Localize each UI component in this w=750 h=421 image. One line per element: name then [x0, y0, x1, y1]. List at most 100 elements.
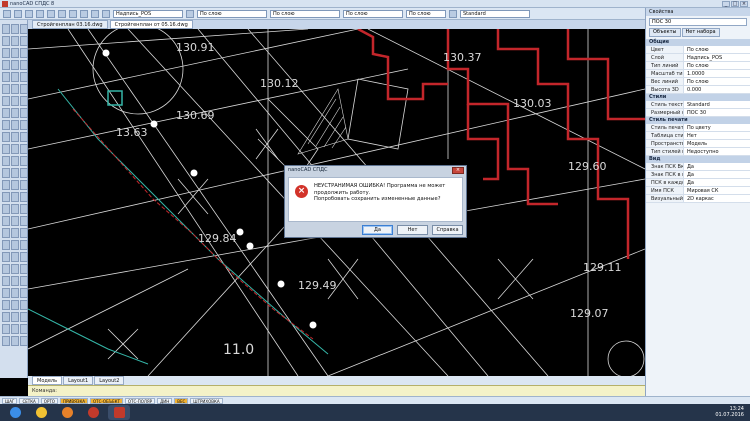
prop-row[interactable]: Вес линий По слою	[646, 78, 750, 86]
system-tray-clock[interactable]: 13:24 01.07.2016	[715, 406, 744, 418]
spds-21-icon[interactable]	[20, 264, 28, 274]
tool-symbol-icon[interactable]	[2, 252, 10, 262]
edit-chamfer-icon[interactable]	[11, 156, 19, 166]
prop-value[interactable]: Надпись_POS	[684, 54, 750, 61]
prop-value[interactable]: Модель	[684, 140, 750, 147]
prop-row[interactable]: Знак ПСК Вкл Да	[646, 163, 750, 171]
prop-row[interactable]: Тип линий По слою	[646, 62, 750, 70]
status-polar[interactable]: ОТС-ПОЛЯР	[124, 397, 156, 404]
taskbar-explorer[interactable]	[30, 405, 52, 420]
command-line[interactable]: Команда:	[28, 385, 645, 396]
spds-3-icon[interactable]	[20, 48, 28, 58]
edit-rotate-icon[interactable]	[11, 48, 19, 58]
edit-scale-icon[interactable]	[11, 60, 19, 70]
dialog-close-button[interactable]: ×	[452, 167, 464, 174]
edit-list-icon[interactable]	[11, 312, 19, 322]
edit-explode-icon[interactable]	[11, 180, 19, 190]
prop-row[interactable]: Таблица стил...Нет	[646, 132, 750, 140]
edit-copy-icon[interactable]	[11, 36, 19, 46]
props-tab-objects[interactable]: Объекты	[649, 28, 681, 37]
tab-layout2[interactable]: Layout2	[94, 376, 125, 385]
edit-mirror-icon[interactable]	[11, 72, 19, 82]
tool-arc-icon[interactable]	[2, 60, 10, 70]
props-section-plot[interactable]: Стиль печати	[646, 117, 750, 124]
spds-23-icon[interactable]	[20, 288, 28, 298]
prop-row[interactable]: ПСК в каждом...Да	[646, 179, 750, 187]
minimize-button[interactable]: _	[722, 1, 730, 7]
prop-value[interactable]: По слою	[684, 78, 750, 85]
prop-row[interactable]: Пространство...Модель	[646, 140, 750, 148]
layer-state-icon[interactable]	[102, 9, 110, 18]
edit-match-icon[interactable]	[11, 216, 19, 226]
properties-selector[interactable]: ПОС 30	[649, 18, 747, 26]
props-section-styles[interactable]: Стили	[646, 94, 750, 101]
tool-region-icon[interactable]	[2, 180, 10, 190]
prop-value[interactable]: Да	[684, 171, 750, 178]
props-tab-selection[interactable]: Нет набора	[681, 28, 720, 37]
color-combo[interactable]: По слою	[197, 9, 267, 18]
edit-trim-icon[interactable]	[11, 108, 19, 118]
edit-props-icon[interactable]	[11, 300, 19, 310]
prop-row[interactable]: Тип стилей пе...Недоступно	[646, 148, 750, 156]
zoom-icon[interactable]	[69, 9, 77, 18]
status-lweight[interactable]: ВЕС	[174, 397, 189, 404]
edit-move-icon[interactable]	[11, 24, 19, 34]
spds-5-icon[interactable]	[20, 72, 28, 82]
layer-manager-icon[interactable]	[91, 9, 99, 18]
status-snap[interactable]: ШАГ	[2, 397, 18, 404]
spds-6-icon[interactable]	[20, 84, 28, 94]
prop-value[interactable]: Недоступно	[684, 148, 750, 155]
prop-value[interactable]: 1.0000	[684, 70, 750, 77]
tool-grid-icon[interactable]	[2, 264, 10, 274]
save-icon[interactable]	[25, 9, 33, 18]
prop-value[interactable]: 0.000	[684, 86, 750, 93]
tool-stamp-icon[interactable]	[2, 312, 10, 322]
tool-line-icon[interactable]	[2, 24, 10, 34]
maximize-button[interactable]: □	[731, 1, 739, 7]
undo-icon[interactable]	[47, 9, 55, 18]
taskbar-nanocad[interactable]	[108, 405, 130, 420]
tool-spec-icon[interactable]	[2, 324, 10, 334]
tool-point-icon[interactable]	[2, 132, 10, 142]
edit-array-icon[interactable]	[11, 96, 19, 106]
spds-8-icon[interactable]	[20, 108, 28, 118]
prop-value[interactable]: Да	[684, 163, 750, 170]
prop-value[interactable]: По цвету	[684, 124, 750, 131]
tool-axis-icon[interactable]	[2, 276, 10, 286]
tool-spline-icon[interactable]	[2, 144, 10, 154]
doc-tab-1[interactable]: Стройгенплан 03.16.dwg	[32, 20, 108, 29]
status-hatch[interactable]: ШТРИХОВКА	[190, 397, 223, 404]
text-style-icon[interactable]	[449, 9, 457, 18]
spds-13-icon[interactable]	[20, 168, 28, 178]
status-osnap[interactable]: ПРИВЯЗКА	[59, 397, 89, 404]
tool-misc-icon[interactable]	[2, 336, 10, 346]
status-ortho[interactable]: ОРТО	[40, 397, 58, 404]
prop-row[interactable]: Знак ПСК в на...Да	[646, 171, 750, 179]
edit-stretch-icon[interactable]	[11, 192, 19, 202]
spds-19-icon[interactable]	[20, 240, 28, 250]
edit-undo-icon[interactable]	[11, 288, 19, 298]
edit-fillet-icon[interactable]	[11, 168, 19, 178]
edit-purge-icon[interactable]	[11, 276, 19, 286]
edit-offset-icon[interactable]	[11, 84, 19, 94]
spds-22-icon[interactable]	[20, 276, 28, 286]
spds-11-icon[interactable]	[20, 144, 28, 154]
taskbar-media[interactable]	[56, 405, 78, 420]
spds-14-icon[interactable]	[20, 180, 28, 190]
edit-divide-icon[interactable]	[11, 240, 19, 250]
prop-value[interactable]: Standard	[684, 101, 750, 108]
edit-break-icon[interactable]	[11, 132, 19, 142]
tool-area-icon[interactable]	[2, 228, 10, 238]
spds-27-icon[interactable]	[20, 336, 28, 346]
prop-row[interactable]: Слой Надпись_POS	[646, 54, 750, 62]
layer-combo[interactable]: Надпись_POS	[113, 9, 183, 18]
spds-1-icon[interactable]	[20, 24, 28, 34]
spds-16-icon[interactable]	[20, 204, 28, 214]
textstyle-combo[interactable]: Standard	[460, 9, 530, 18]
tool-circle-icon[interactable]	[2, 48, 10, 58]
spds-26-icon[interactable]	[20, 324, 28, 334]
edit-erase-icon[interactable]	[11, 204, 19, 214]
tool-measure-icon[interactable]	[2, 216, 10, 226]
prop-row[interactable]: Визуальный с...2D каркас	[646, 195, 750, 203]
pan-icon[interactable]	[80, 9, 88, 18]
